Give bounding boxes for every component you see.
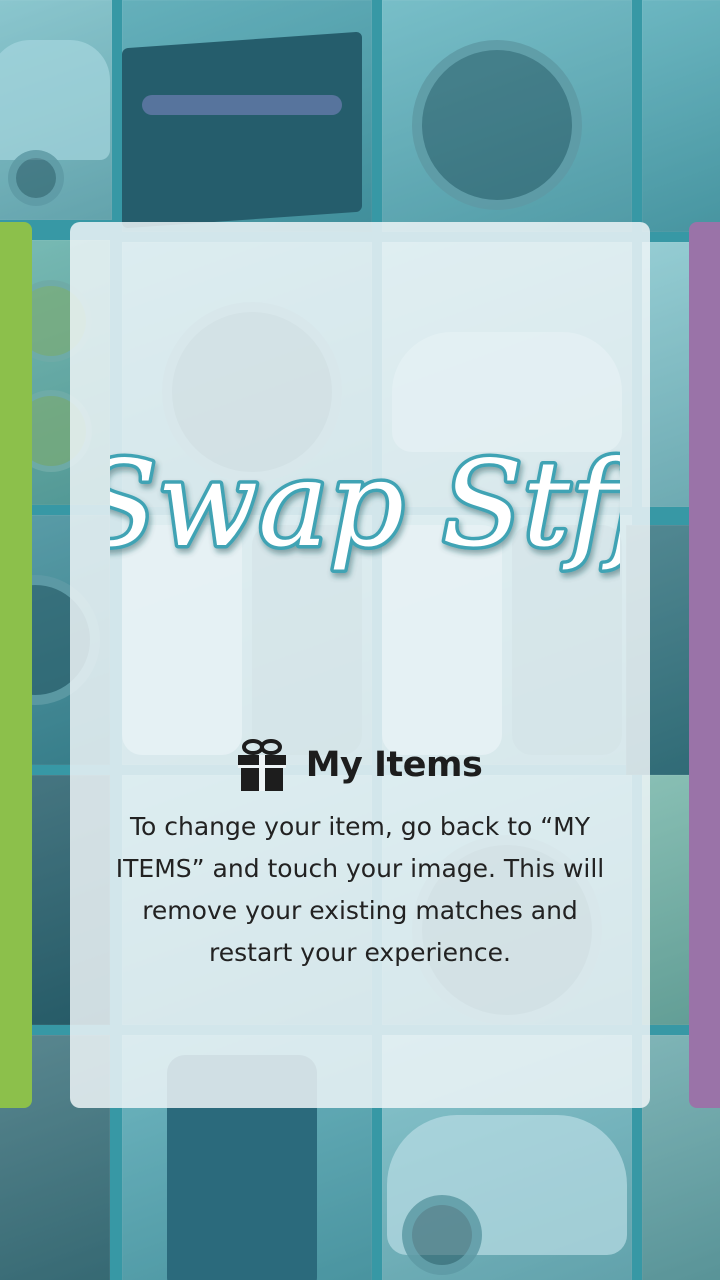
- app-logo: Swap Stff: [110, 432, 620, 577]
- tip-title: My Items: [305, 745, 483, 785]
- tip-heading: My Items: [0, 730, 720, 800]
- tutorial-screen: Swap Stff My Items To change your item, …: [0, 0, 720, 1280]
- previous-card[interactable]: [0, 222, 32, 1108]
- app-logo-text: Swap Stff: [110, 435, 620, 573]
- tip-description: To change your item, go back to “MY ITEM…: [115, 812, 605, 967]
- tutorial-card[interactable]: [70, 222, 650, 1108]
- gift-icon: [237, 739, 286, 791]
- next-card[interactable]: [689, 222, 720, 1108]
